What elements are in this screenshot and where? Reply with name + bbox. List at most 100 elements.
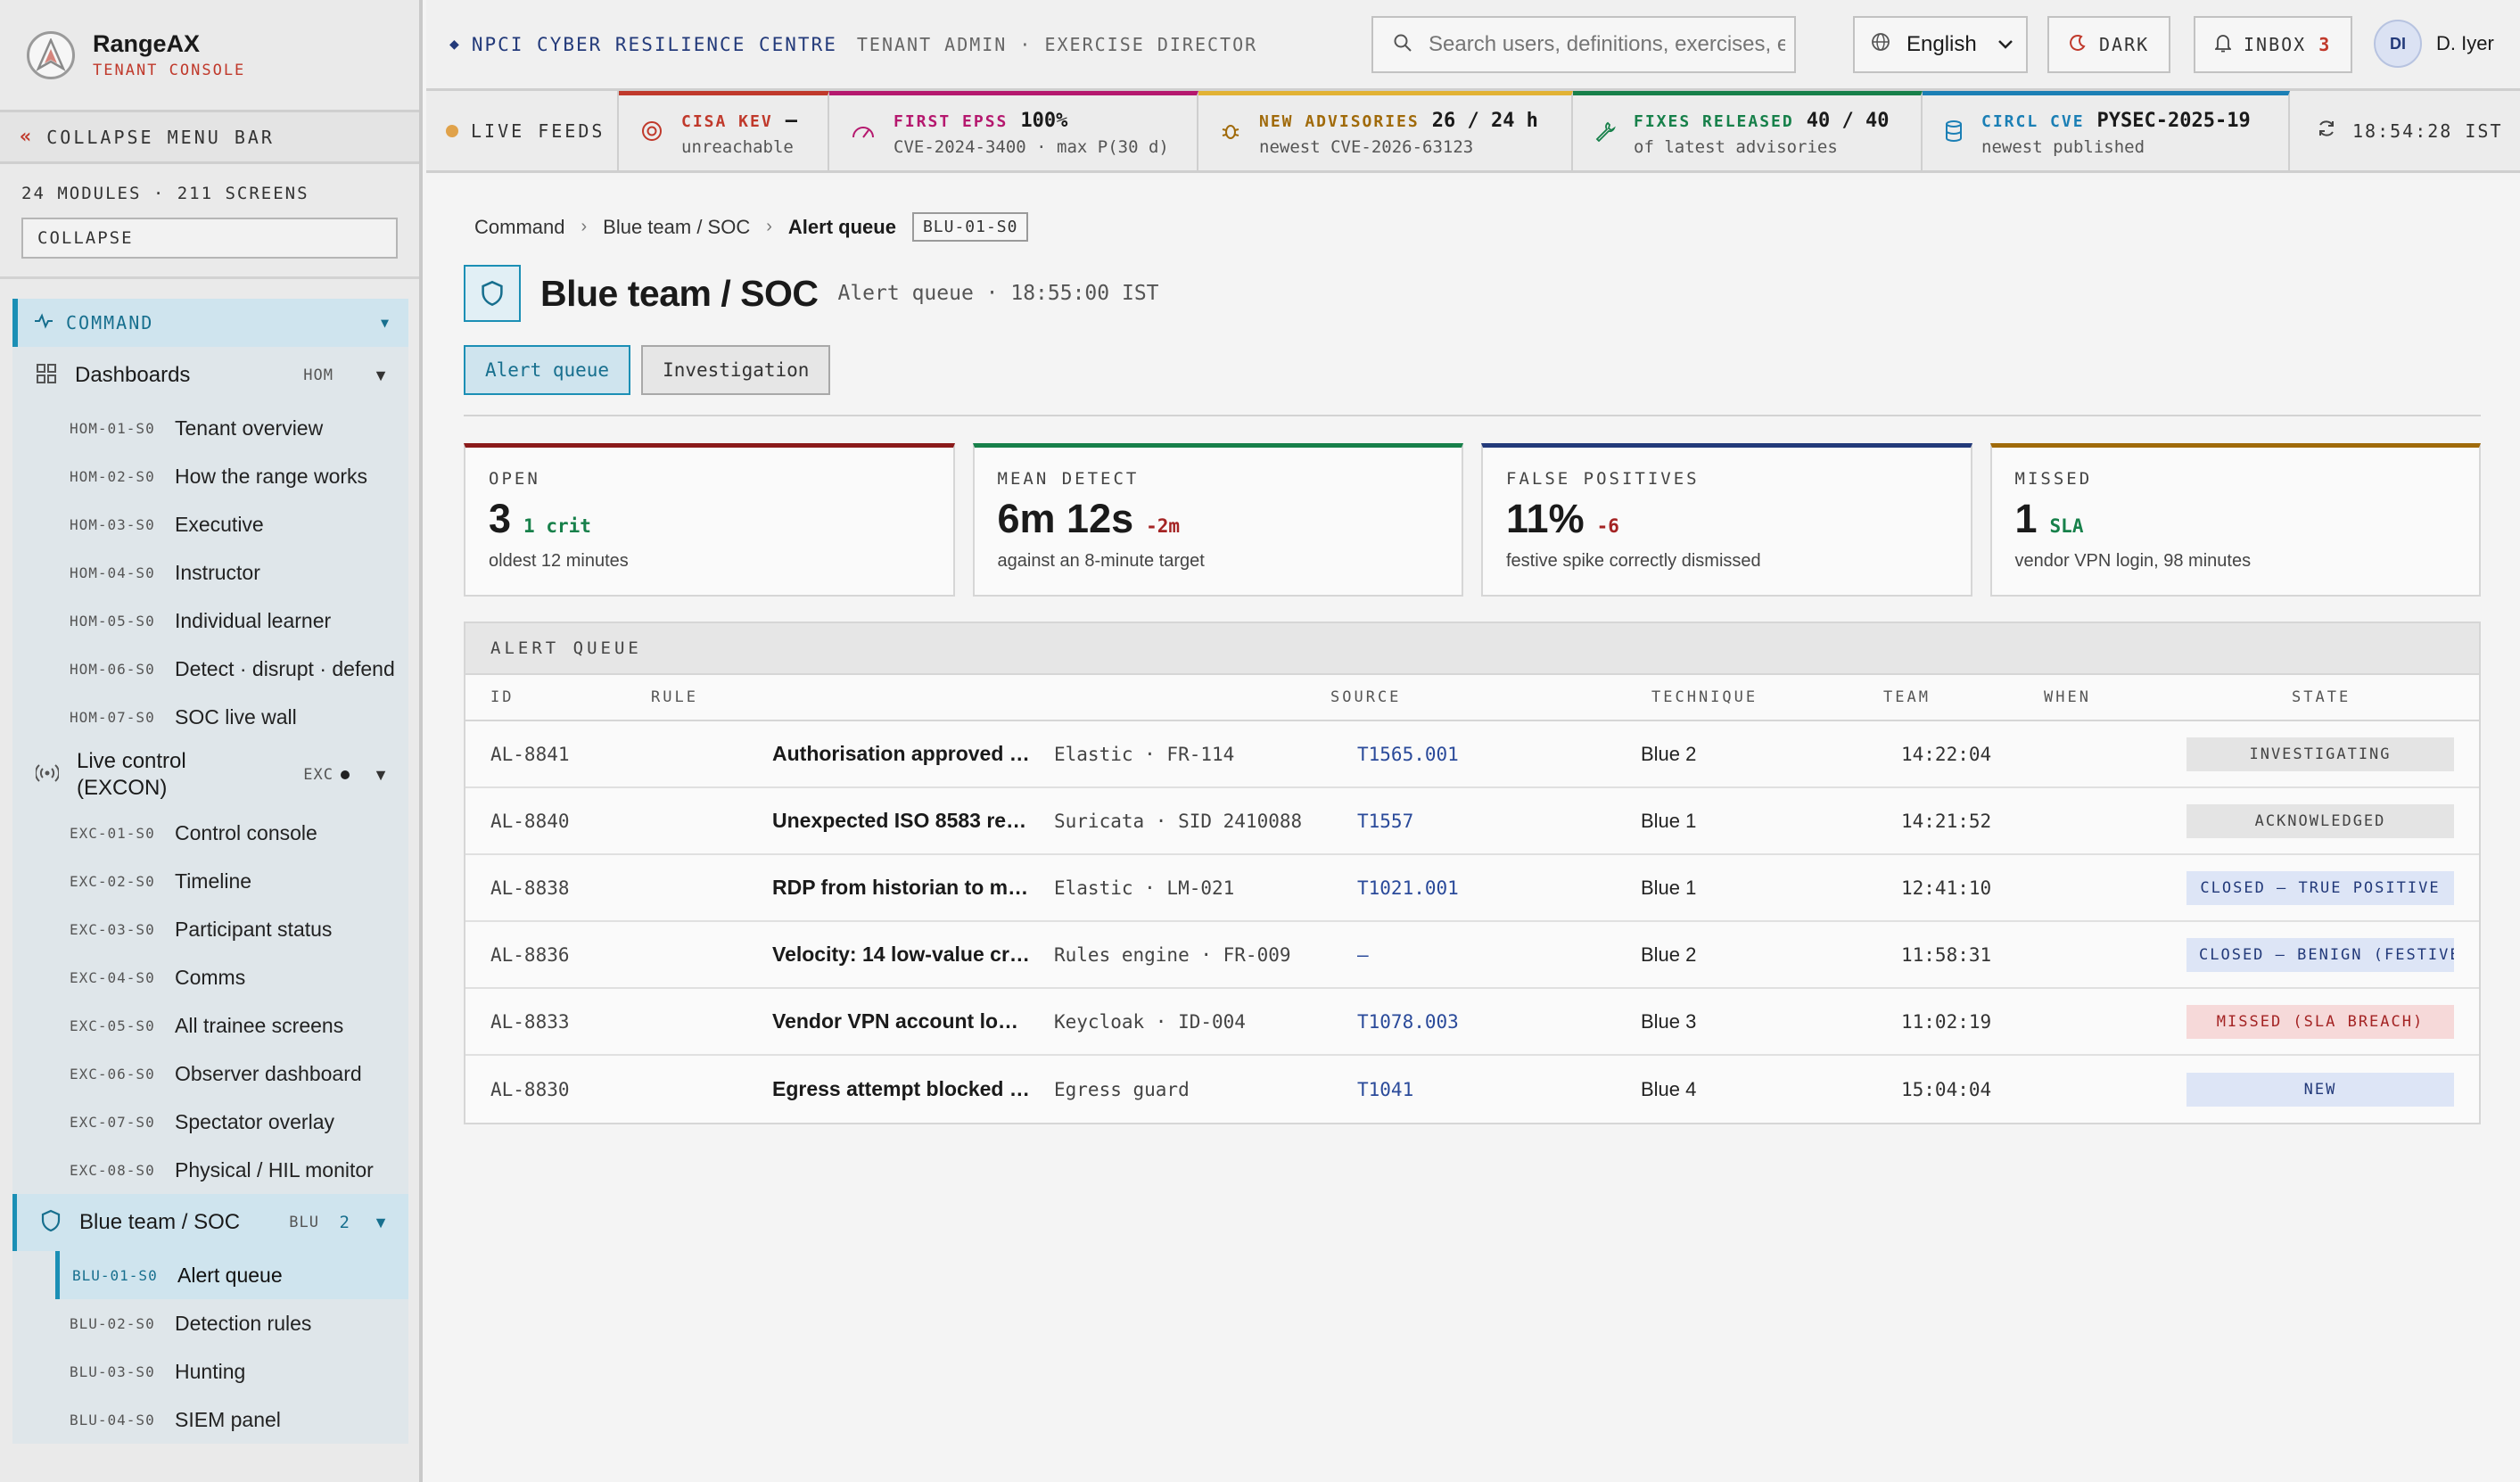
tab-alert-queue[interactable]: Alert queue (464, 345, 631, 395)
wrench-icon (1594, 120, 1616, 146)
feed-new-advisories[interactable]: NEW ADVISORIES 26 / 24 h newest CVE-2026-… (1198, 91, 1573, 170)
nav-module-live-control[interactable]: Live control (EXCON) EXC ▼ (12, 741, 408, 809)
breadcrumb-root[interactable]: Command (474, 216, 564, 239)
nav-screen-hom-06[interactable]: HOM-06-S0 Detect · disrupt · defend (12, 645, 408, 693)
table-row[interactable]: AL-8838 RDP from historian to management… (465, 855, 2479, 922)
nav-module-code: HOM (303, 366, 334, 384)
feed-value: PYSEC-2025-19 (2096, 109, 2251, 132)
brand-name: RangeAX (93, 30, 201, 57)
technique-link[interactable]: T1041 (1357, 1079, 1413, 1100)
nav-screen-hom-05[interactable]: HOM-05-S0 Individual learner (12, 597, 408, 645)
collapse-menu-label: COLLAPSE MENU BAR (46, 126, 275, 148)
nav-module-label: Dashboards (75, 363, 191, 387)
nav-module-blue-team[interactable]: Blue team / SOC BLU 2 ▼ (12, 1194, 408, 1251)
screen-code: BLU-01-S0 (72, 1266, 158, 1284)
nav-screen-hom-07[interactable]: HOM-07-S0 SOC live wall (12, 693, 408, 741)
live-dot (341, 770, 350, 779)
global-search[interactable] (1371, 16, 1796, 73)
nav-screen-blu-01[interactable]: BLU-01-S0 Alert queue (55, 1251, 408, 1299)
screen-label: Detection rules (175, 1311, 312, 1335)
column-header-state[interactable]: STATE (2292, 688, 2351, 706)
alert-time: 11:58:31 (1901, 943, 1992, 966)
column-header-id[interactable]: ID (490, 688, 514, 706)
alert-rule: Vendor VPN account login outside window (772, 1009, 1031, 1033)
column-header-team[interactable]: TEAM (1883, 688, 1931, 706)
caret-down-icon: ▼ (373, 765, 389, 784)
technique-link[interactable]: T1565.001 (1357, 744, 1459, 765)
column-header-technique[interactable]: TECHNIQUE (1651, 688, 1758, 706)
nav-screen-blu-03[interactable]: BLU-03-S0 Hunting (12, 1347, 408, 1396)
collapse-menu-bar[interactable]: « COLLAPSE MENU BAR (0, 112, 419, 164)
feed-fixes-released[interactable]: FIXES RELEASED 40 / 40 of latest advisori… (1573, 91, 1923, 170)
sidebar: RangeAX TENANT CONSOLE « COLLAPSE MENU B… (0, 0, 423, 1482)
table-row[interactable]: AL-8836 Velocity: 14 low-value cross-bor… (465, 922, 2479, 989)
kpi-open: OPEN 3 1 crit oldest 12 minutes (464, 443, 955, 597)
tab-investigation[interactable]: Investigation (641, 345, 831, 395)
feed-value: 100% (1020, 109, 1068, 132)
table-row[interactable]: AL-8830 Egress attempt blocked from sett… (465, 1056, 2479, 1123)
nav-screen-exc-07[interactable]: EXC-07-S0 Spectator overlay (12, 1098, 408, 1146)
technique-link[interactable]: T1557 (1357, 811, 1413, 832)
user-menu[interactable]: DI D. Iyer (2374, 20, 2494, 68)
breadcrumb-module[interactable]: Blue team / SOC (603, 216, 750, 239)
nav-screen-exc-03[interactable]: EXC-03-S0 Participant status (12, 905, 408, 953)
collapse-button[interactable]: COLLAPSE (21, 218, 398, 259)
alert-id: AL-8838 (490, 877, 570, 899)
column-header-rule[interactable]: RULE (651, 688, 698, 706)
technique-link[interactable]: — (1357, 944, 1369, 966)
feed-refresh-clock[interactable]: 18:54:28 IST (2290, 91, 2520, 170)
nav-screen-exc-05[interactable]: EXC-05-S0 All trainee screens (12, 1001, 408, 1050)
chevron-down-icon (1997, 35, 2014, 55)
status-badge: NEW (2186, 1072, 2454, 1107)
alert-time: 12:41:10 (1901, 877, 1992, 899)
screen-code: HOM-06-S0 (70, 660, 155, 678)
table-title: ALERT QUEUE (465, 623, 2479, 675)
technique-link[interactable]: T1021.001 (1357, 877, 1459, 899)
table-row[interactable]: AL-8841 Authorisation approved after vel… (465, 721, 2479, 788)
alert-team: Blue 2 (1641, 742, 1697, 765)
alert-time: 14:22:04 (1901, 743, 1992, 765)
divider (464, 415, 2481, 416)
language-select[interactable]: English (1853, 16, 2028, 73)
alert-source: Elastic · LM-021 (1054, 877, 1235, 899)
nav-screen-exc-02[interactable]: EXC-02-S0 Timeline (12, 857, 408, 905)
brand[interactable]: RangeAX TENANT CONSOLE (0, 0, 419, 112)
nav-screen-exc-04[interactable]: EXC-04-S0 Comms (12, 953, 408, 1001)
nav-screen-exc-08[interactable]: EXC-08-S0 Physical / HIL monitor (12, 1146, 408, 1194)
nav-screen-hom-03[interactable]: HOM-03-S0 Executive (12, 500, 408, 548)
technique-link[interactable]: T1078.003 (1357, 1011, 1459, 1033)
feed-subtitle: of latest advisories (1634, 136, 1838, 157)
clock-value: 18:54:28 IST (2352, 119, 2503, 142)
search-input[interactable] (1429, 32, 1785, 57)
table-row[interactable]: AL-8840 Unexpected ISO 8583 response cod… (465, 788, 2479, 855)
inbox-count: 3 (2318, 34, 2332, 55)
screen-label: SIEM panel (175, 1407, 281, 1431)
table-row[interactable]: AL-8833 Vendor VPN account login outside… (465, 989, 2479, 1056)
search-icon (1393, 33, 1412, 57)
nav-screen-hom-04[interactable]: HOM-04-S0 Instructor (12, 548, 408, 597)
feed-cisa-kev[interactable]: CISA KEV — unreachable (619, 91, 829, 170)
screen-label: SOC live wall (175, 704, 297, 729)
kpi-mean-detect: MEAN DETECT 6m 12s -2m against an 8-minut… (972, 443, 1463, 597)
inbox-button[interactable]: INBOX 3 (2194, 16, 2352, 73)
feed-first-epss[interactable]: FIRST EPSS 100% CVE-2024-3400 · max P(30 … (829, 91, 1198, 170)
top-header: ◆ NPCI CYBER RESILIENCE CENTRE TENANT AD… (426, 0, 2520, 91)
feed-title: FIXES RELEASED (1634, 111, 1794, 131)
theme-toggle-button[interactable]: DARK (2047, 16, 2170, 73)
nav-screen-blu-04[interactable]: BLU-04-S0 SIEM panel (12, 1396, 408, 1444)
alert-team: Blue 3 (1641, 1009, 1697, 1033)
nav-screen-hom-02[interactable]: HOM-02-S0 How the range works (12, 452, 408, 500)
alert-id: AL-8841 (490, 743, 570, 765)
column-header-when[interactable]: WHEN (2044, 688, 2091, 706)
column-header-source[interactable]: SOURCE (1330, 688, 1401, 706)
nav-screen-exc-01[interactable]: EXC-01-S0 Control console (12, 809, 408, 857)
nav-group-command[interactable]: COMMAND ▼ (12, 299, 408, 347)
screen-label: Instructor (175, 560, 260, 584)
bell-icon (2213, 33, 2233, 57)
nav-screen-exc-06[interactable]: EXC-06-S0 Observer dashboard (12, 1050, 408, 1098)
feed-circl-cve[interactable]: CIRCL CVE PYSEC-2025-19 newest published (1923, 91, 2290, 170)
nav-screen-blu-02[interactable]: BLU-02-S0 Detection rules (12, 1299, 408, 1347)
nav-module-dashboards[interactable]: Dashboards HOM ▼ (12, 347, 408, 404)
nav-screen-hom-01[interactable]: HOM-01-S0 Tenant overview (12, 404, 408, 452)
status-badge: ACKNOWLEDGED (2186, 803, 2454, 838)
